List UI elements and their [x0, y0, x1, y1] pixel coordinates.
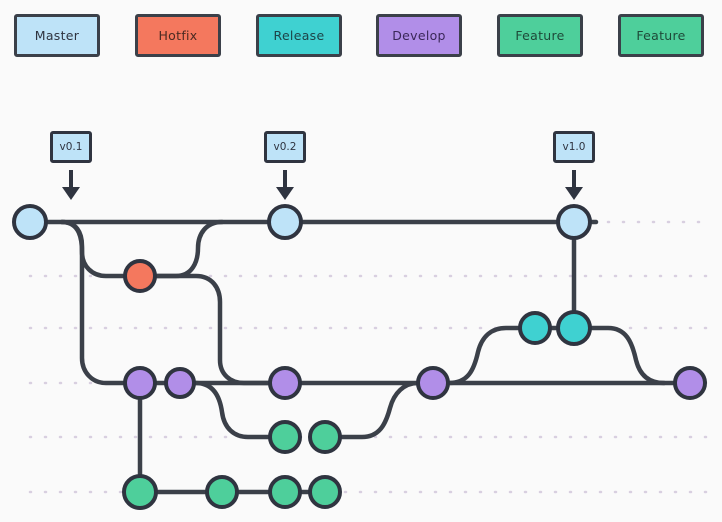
version-tag-v0-2[interactable]: v0.2	[264, 131, 306, 163]
commit-node-feature2-f2a[interactable]	[122, 474, 158, 510]
version-tag-arrow-v0-1	[62, 170, 80, 200]
commit-node-develop-d1[interactable]	[123, 366, 157, 400]
git-flow-graph	[12, 204, 714, 510]
commit-node-master-m2[interactable]	[267, 204, 303, 240]
commit-node-feature2-f2d[interactable]	[308, 475, 342, 509]
commit-node-feature2-f2b[interactable]	[205, 475, 239, 509]
commit-node-develop-d5[interactable]	[673, 366, 707, 400]
commit-node-release-r1[interactable]	[518, 311, 552, 345]
commit-node-master-m1[interactable]	[12, 204, 48, 240]
version-tag-label: v0.1	[59, 141, 83, 153]
version-tag-label: v0.2	[273, 141, 297, 153]
line-master-to-develop	[59, 219, 143, 386]
commit-nodes-layer	[12, 204, 707, 510]
commit-node-master-m3[interactable]	[556, 204, 592, 240]
line-hotfix-merge-develop	[137, 273, 288, 386]
version-tag-label: v1.0	[562, 141, 586, 153]
commit-node-develop-d2[interactable]	[164, 367, 196, 399]
commit-node-develop-d4[interactable]	[416, 366, 450, 400]
commit-node-hotfix-h1[interactable]	[123, 259, 157, 293]
version-tag-v1-0[interactable]: v1.0	[553, 131, 595, 163]
commit-node-feature1-f1a[interactable]	[268, 420, 302, 454]
version-tag-arrow-v0-2	[276, 170, 294, 200]
version-tag-v0-1[interactable]: v0.1	[50, 131, 92, 163]
version-tag-arrow-v1-0	[565, 170, 583, 200]
commit-node-release-r2[interactable]	[556, 310, 592, 346]
branch-lines-layer	[27, 219, 693, 495]
commit-node-feature2-f2c[interactable]	[268, 475, 302, 509]
commit-node-develop-d3[interactable]	[268, 366, 302, 400]
commit-node-feature1-f1b[interactable]	[308, 420, 342, 454]
